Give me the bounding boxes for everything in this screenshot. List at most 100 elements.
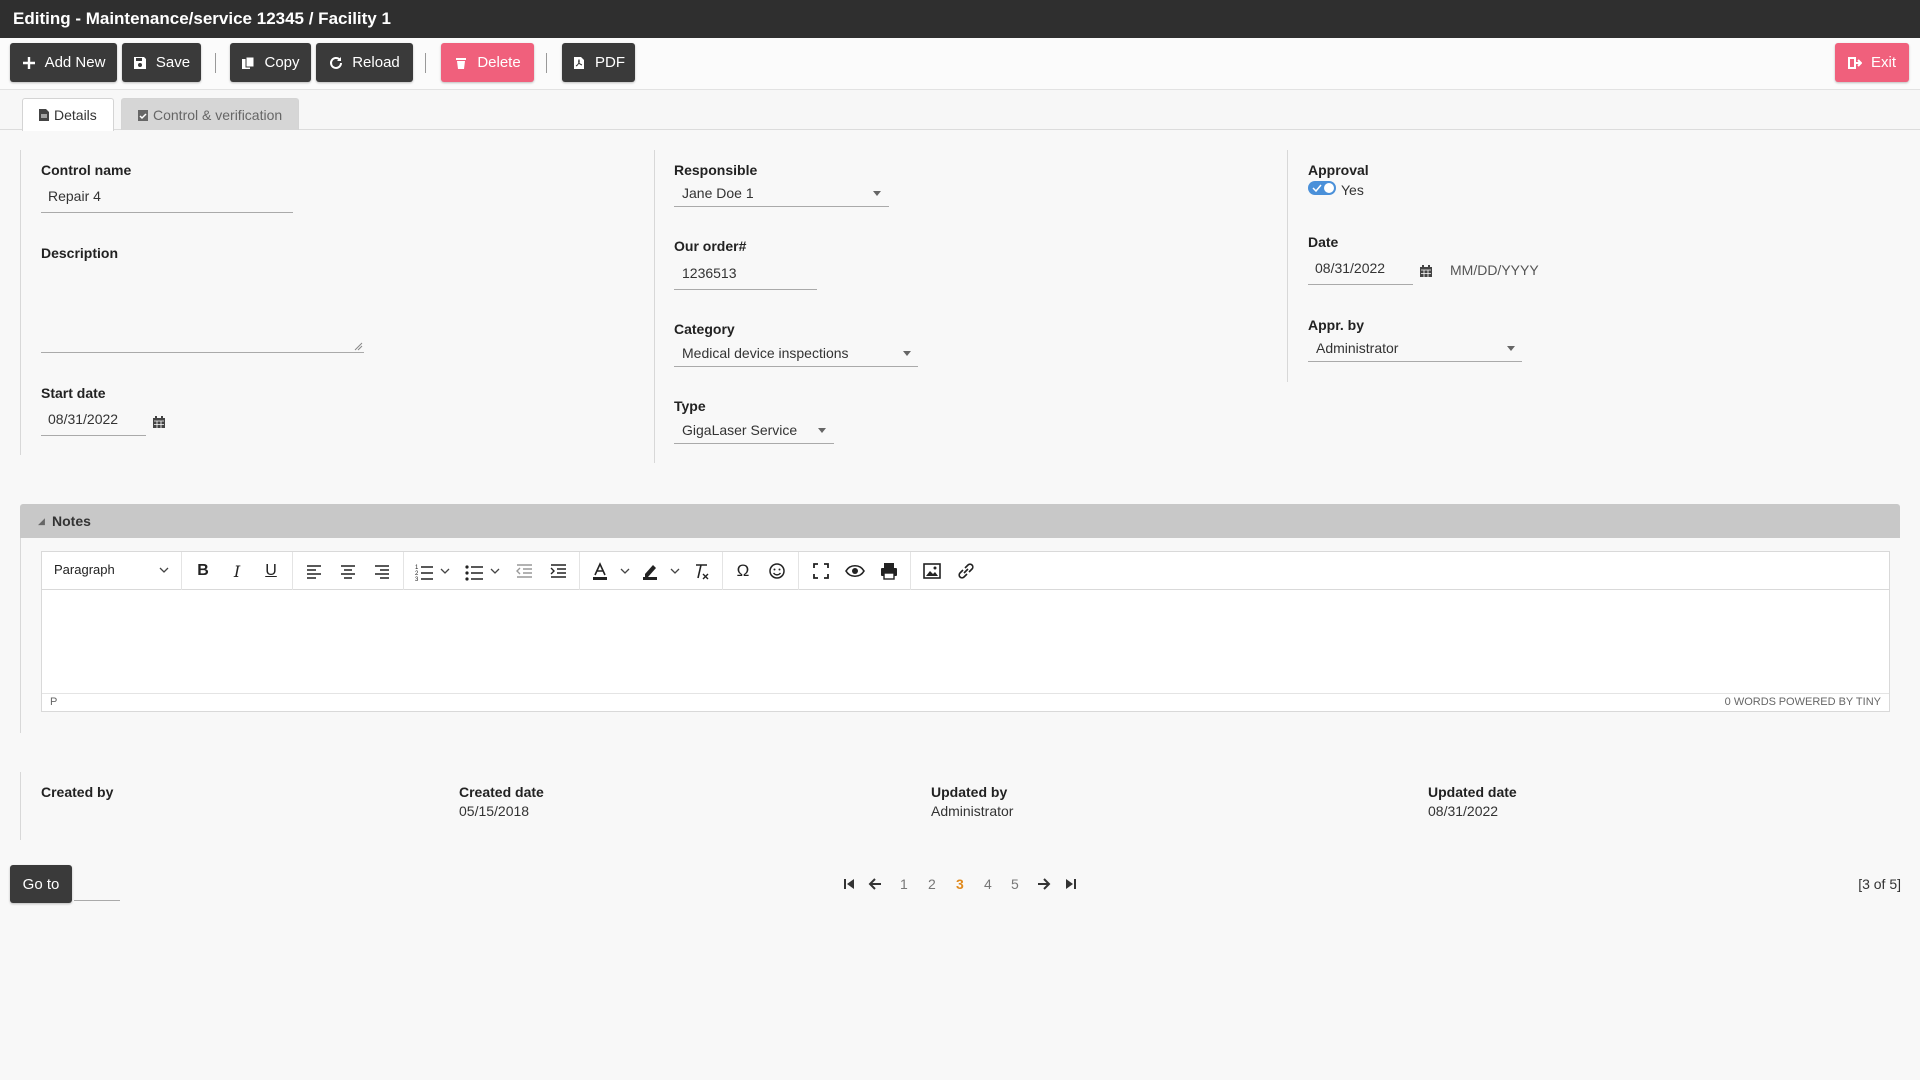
- align-right-icon[interactable]: [371, 560, 393, 582]
- sign-out-icon: [1847, 56, 1862, 69]
- chevron-down-icon[interactable]: [903, 351, 911, 356]
- svg-text:3: 3: [415, 577, 419, 582]
- word-count: 0 WORDS: [1724, 696, 1776, 708]
- description-label: Description: [41, 245, 119, 261]
- our-order-input[interactable]: 1236513: [682, 265, 737, 281]
- date-input[interactable]: 08/31/2022: [1315, 260, 1385, 276]
- first-page-icon[interactable]: [842, 877, 856, 891]
- start-date-input[interactable]: 08/31/2022: [48, 411, 118, 427]
- type-underline: [674, 443, 834, 444]
- page-summary: [3 of 5]: [1858, 876, 1901, 892]
- clear-formatting-icon[interactable]: [690, 560, 712, 582]
- chevron-down-icon[interactable]: [818, 428, 826, 433]
- window-title: Editing - Maintenance/service 12345 / Fa…: [0, 0, 1920, 38]
- powered-by-link[interactable]: POWERED BY TINY: [1779, 694, 1881, 711]
- page-link-1[interactable]: 1: [900, 876, 908, 892]
- date-underline: [1308, 284, 1413, 285]
- outdent-icon[interactable]: [513, 560, 535, 582]
- align-center-icon[interactable]: [337, 560, 359, 582]
- rich-text-editor: Paragraph B I U 123 Ω P 0 WORDS POWERED …: [41, 551, 1890, 712]
- chevron-down-icon[interactable]: [620, 568, 630, 575]
- page-link-5[interactable]: 5: [1011, 876, 1019, 892]
- refresh-icon: [330, 56, 343, 69]
- our-order-label: Our order#: [674, 238, 747, 254]
- reload-label: Reload: [352, 54, 400, 71]
- updated-by-label: Updated by: [931, 784, 1008, 800]
- toolbar-divider: [215, 53, 216, 73]
- description-textarea[interactable]: [41, 270, 364, 352]
- collapse-triangle-icon[interactable]: ◢: [38, 504, 45, 538]
- next-page-icon[interactable]: [1037, 877, 1051, 891]
- calendar-icon[interactable]: [153, 416, 165, 428]
- description-underline: [41, 352, 364, 353]
- resize-handle-icon[interactable]: [354, 342, 363, 351]
- align-left-icon[interactable]: [303, 560, 325, 582]
- reload-button[interactable]: Reload: [316, 43, 413, 82]
- appr-by-label: Appr. by: [1308, 317, 1365, 333]
- our-order-underline: [674, 289, 817, 290]
- add-new-button[interactable]: Add New: [10, 43, 117, 82]
- page-link-current[interactable]: 3: [956, 876, 964, 892]
- bold-icon[interactable]: B: [192, 560, 214, 582]
- numbered-list-icon[interactable]: 123: [413, 560, 435, 582]
- editor-content-area[interactable]: [42, 590, 1889, 694]
- delete-button[interactable]: Delete: [441, 43, 534, 82]
- type-label: Type: [674, 398, 706, 414]
- type-select[interactable]: GigaLaser Service: [682, 422, 797, 438]
- clipboard-check-icon: [138, 109, 148, 121]
- go-to-button[interactable]: Go to: [10, 865, 72, 903]
- block-format-select[interactable]: Paragraph: [54, 562, 115, 577]
- previous-page-icon[interactable]: [868, 877, 882, 891]
- page-link-4[interactable]: 4: [984, 876, 992, 892]
- preview-eye-icon[interactable]: [844, 560, 866, 582]
- chevron-down-icon[interactable]: [440, 568, 450, 575]
- chevron-down-icon[interactable]: [1507, 346, 1515, 351]
- plus-icon: [22, 56, 35, 69]
- control-name-input[interactable]: Repair 4: [48, 188, 101, 204]
- category-select[interactable]: Medical device inspections: [682, 345, 849, 361]
- exit-button[interactable]: Exit: [1835, 43, 1909, 82]
- toolbar-divider: [425, 53, 426, 73]
- calendar-icon[interactable]: [1420, 265, 1432, 277]
- pdf-button[interactable]: PDF: [562, 43, 635, 82]
- chevron-down-icon[interactable]: [159, 567, 169, 574]
- insert-image-icon[interactable]: [921, 560, 943, 582]
- emoji-icon[interactable]: [766, 560, 788, 582]
- start-date-underline: [41, 435, 146, 436]
- responsible-select[interactable]: Jane Doe 1: [682, 185, 754, 201]
- chevron-down-icon[interactable]: [670, 568, 680, 575]
- toolbar-separator: [798, 552, 799, 590]
- page-link-2[interactable]: 2: [928, 876, 936, 892]
- approval-value: Yes: [1341, 182, 1364, 198]
- special-character-icon[interactable]: Ω: [732, 560, 754, 582]
- tab-details[interactable]: Details: [22, 98, 114, 131]
- last-page-icon[interactable]: [1064, 877, 1078, 891]
- tab-control-verification[interactable]: Control & verification: [121, 98, 300, 130]
- copy-button[interactable]: Copy: [230, 43, 311, 82]
- chevron-down-icon[interactable]: [873, 191, 881, 196]
- bullet-list-icon[interactable]: [463, 560, 485, 582]
- element-path[interactable]: P: [50, 694, 57, 711]
- column-divider: [20, 772, 21, 840]
- chevron-down-icon[interactable]: [490, 568, 500, 575]
- text-color-icon[interactable]: [589, 560, 611, 582]
- approval-toggle[interactable]: [1308, 181, 1336, 195]
- appr-by-select[interactable]: Administrator: [1316, 340, 1398, 356]
- notes-section-header[interactable]: ◢ Notes: [20, 504, 1900, 538]
- print-icon[interactable]: [878, 560, 900, 582]
- indent-icon[interactable]: [547, 560, 569, 582]
- insert-link-icon[interactable]: [955, 560, 977, 582]
- editor-toolbar: Paragraph B I U 123 Ω: [42, 552, 1889, 590]
- control-name-label: Control name: [41, 162, 132, 178]
- toolbar-separator: [292, 552, 293, 590]
- highlight-color-icon[interactable]: [639, 560, 661, 582]
- fullscreen-icon[interactable]: [810, 560, 832, 582]
- notes-left-border: [20, 538, 21, 733]
- italic-icon[interactable]: I: [226, 560, 248, 582]
- editor-statusbar: P 0 WORDS POWERED BY TINY: [42, 693, 1889, 711]
- go-to-page-input[interactable]: [74, 877, 120, 901]
- save-button[interactable]: Save: [122, 43, 201, 82]
- tab-details-label: Details: [54, 107, 97, 123]
- pdf-label: PDF: [595, 54, 625, 71]
- underline-icon[interactable]: U: [260, 560, 282, 582]
